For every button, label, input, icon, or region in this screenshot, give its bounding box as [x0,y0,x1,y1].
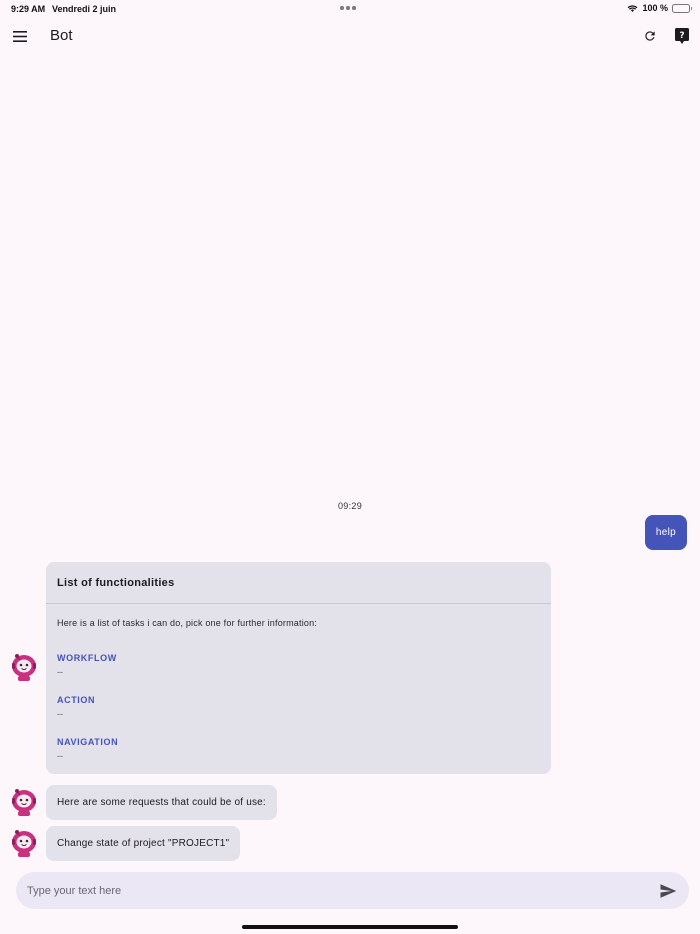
battery-icon [672,3,692,13]
card-body: Here is a list of tasks i can do, pick o… [46,604,551,761]
bot-avatar [9,652,39,682]
message-composer [16,872,689,909]
message-input[interactable] [27,872,647,909]
robot-avatar-icon [12,789,36,816]
card-intro-text: Here is a list of tasks i can do, pick o… [57,618,318,628]
bot-avatar [9,828,39,858]
refresh-icon [645,31,655,41]
wifi-icon [627,4,638,12]
message-timestamp: 09:29 [337,501,363,511]
status-date: Vendredi 2 juin [52,4,117,14]
page-title: Bot [50,27,73,44]
robot-avatar-icon [12,830,36,857]
refresh-button[interactable] [640,26,660,46]
status-bar: 9:29 AM Vendredi 2 juin 100 % [0,0,700,18]
functionality-description: -- [57,751,63,761]
functionality-description: -- [57,667,63,677]
battery-percentage: 100 % [642,3,668,13]
user-message-bubble[interactable]: help [644,515,687,550]
send-button[interactable] [659,882,677,900]
help-button[interactable]: ? [672,26,692,46]
functionality-item-workflow[interactable]: WORKFLOW -- [57,653,540,677]
functionality-name[interactable]: NAVIGATION [57,737,540,747]
send-icon [660,884,677,898]
menu-icon [13,30,27,42]
suggestion-bubble[interactable]: Change state of project "PROJECT1" [46,826,241,861]
card-title: List of functionalities [46,562,551,604]
functionality-name[interactable]: WORKFLOW [57,653,540,663]
svg-text:?: ? [679,31,684,41]
help-icon: ? [675,28,689,44]
multitasking-dots-icon[interactable] [340,6,356,10]
functionality-name[interactable]: ACTION [57,695,540,705]
bot-avatar [9,787,39,817]
functionality-description: -- [57,709,63,719]
functionalities-card: List of functionalities Here is a list o… [46,562,551,774]
robot-avatar-icon [12,654,36,681]
menu-button[interactable] [10,26,30,46]
bot-message-bubble: Here are some requests that could be of … [46,785,277,820]
status-time: 9:29 AM [11,4,46,14]
app-bar: Bot ? [0,20,700,52]
home-indicator[interactable] [242,925,458,929]
functionality-item-navigation[interactable]: NAVIGATION -- [57,737,540,761]
functionality-item-action[interactable]: ACTION -- [57,695,540,719]
status-indicators: 100 % [627,3,692,13]
